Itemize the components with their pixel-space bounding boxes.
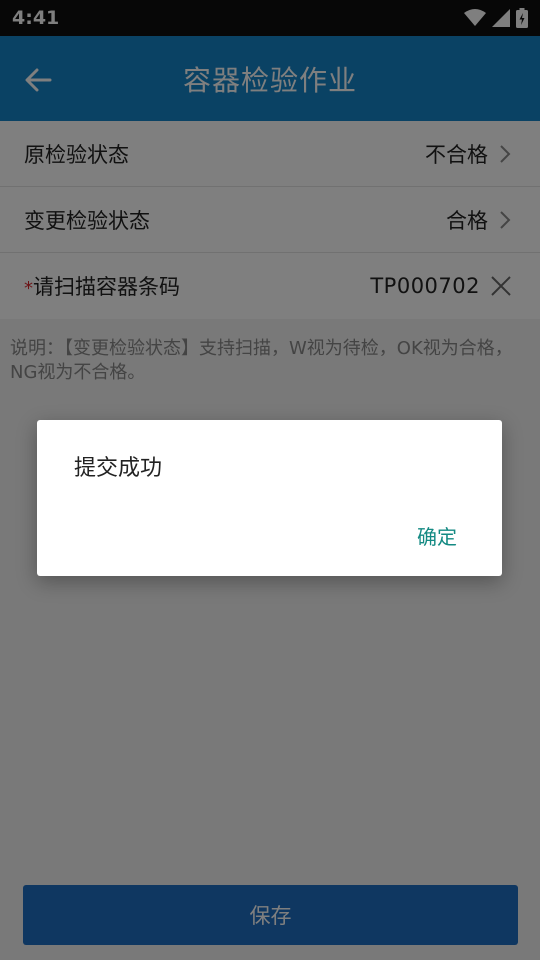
dialog-confirm-button[interactable]: 确定 bbox=[417, 521, 457, 550]
success-dialog: 提交成功 确定 bbox=[37, 420, 502, 576]
dialog-message: 提交成功 bbox=[74, 456, 163, 481]
